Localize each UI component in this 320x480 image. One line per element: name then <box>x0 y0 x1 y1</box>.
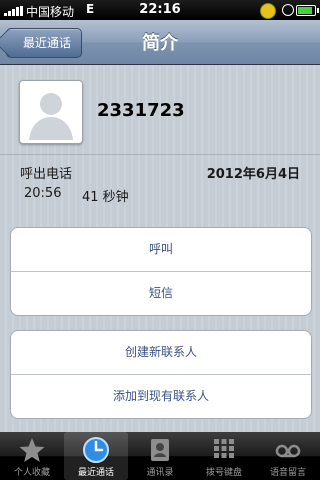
message-button[interactable]: 短信 <box>11 271 311 315</box>
call-button[interactable]: 呼叫 <box>11 228 311 271</box>
call-time: 20:56 <box>24 186 62 201</box>
navigation-bar: 最近通话 简介 <box>0 20 320 65</box>
battery-icon <box>296 5 319 16</box>
status-circle-icon <box>260 3 276 19</box>
call-date: 2012年6月4日 <box>206 167 300 182</box>
tab-keypad[interactable]: 拨号键盘 <box>192 432 256 480</box>
tab-label: 语音留言 <box>269 468 306 478</box>
contact-actions-group: 呼叫 短信 <box>10 227 312 316</box>
tab-voicemail[interactable]: 语音留言 <box>256 432 320 480</box>
battery-level <box>298 7 312 14</box>
tab-contacts[interactable]: 通讯录 <box>128 432 192 480</box>
rotation-lock-icon <box>282 4 294 16</box>
add-to-existing-button[interactable]: 添加到现有联系人 <box>11 374 311 418</box>
contact-info-content: 2331723 呼出电话 2012年6月4日 20:56 41 秒钟 呼叫 短信… <box>0 65 320 432</box>
tab-label: 个人收藏 <box>13 468 50 478</box>
tab-label: 拨号键盘 <box>205 468 242 478</box>
status-bar: 中国移动 E 22:16 <box>0 0 320 20</box>
tab-label: 最近通话 <box>77 468 114 478</box>
voicemail-icon <box>275 444 301 458</box>
clock-icon <box>83 437 109 463</box>
tab-recents[interactable]: 最近通话 <box>64 432 128 480</box>
star-icon <box>19 438 45 462</box>
tab-bar: 个人收藏 最近通话 通讯录 拨号键盘 语音留言 <box>0 432 320 480</box>
contact-name: 2331723 <box>97 100 185 121</box>
contacts-icon <box>151 439 169 461</box>
tab-favorites[interactable]: 个人收藏 <box>0 432 64 480</box>
avatar[interactable] <box>19 80 83 144</box>
call-type: 呼出电话 <box>20 167 73 182</box>
create-contact-button[interactable]: 创建新联系人 <box>11 331 311 374</box>
keypad-icon <box>214 439 234 458</box>
person-silhouette-icon <box>23 84 79 140</box>
call-duration: 41 秒钟 <box>82 190 129 205</box>
tab-label: 通讯录 <box>146 468 174 478</box>
add-contact-group: 创建新联系人 添加到现有联系人 <box>10 330 312 419</box>
divider <box>0 154 320 155</box>
page-title: 简介 <box>142 33 178 54</box>
